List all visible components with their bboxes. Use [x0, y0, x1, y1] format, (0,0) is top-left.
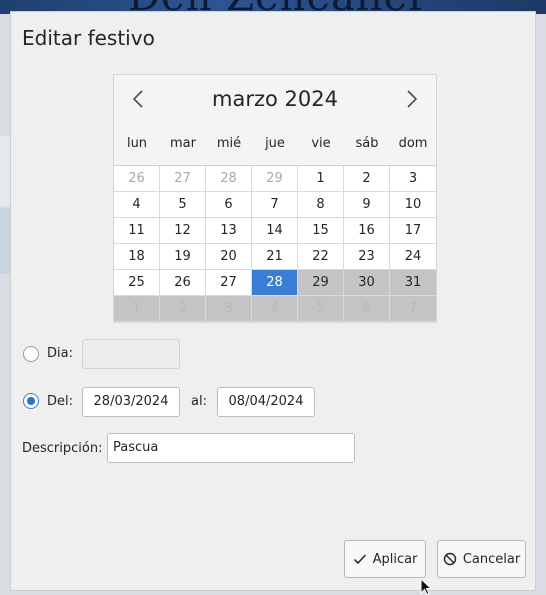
calendar-day[interactable]: 17 — [390, 218, 436, 244]
del-label: Del: — [47, 394, 73, 409]
del-date-field[interactable]: 28/03/2024 — [82, 387, 180, 417]
calendar-day[interactable]: 15 — [298, 218, 344, 244]
cancel-button-label: Cancelar — [462, 551, 521, 567]
calendar-day[interactable]: 16 — [344, 218, 390, 244]
calendar-day-selected[interactable]: 28 — [252, 270, 298, 296]
chevron-right-icon[interactable] — [400, 88, 422, 110]
description-label: Descripción: — [22, 441, 103, 456]
background-row — [0, 136, 10, 206]
dialog-title: Editar festivo — [22, 26, 155, 50]
calendar-day[interactable]: 30 — [344, 270, 390, 296]
apply-button-label: Aplicar — [372, 551, 418, 567]
calendar-day[interactable]: 14 — [252, 218, 298, 244]
calendar-day[interactable]: 10 — [390, 192, 436, 218]
calendar-day[interactable]: 5 — [160, 192, 206, 218]
calendar-header: marzo 2024 — [114, 75, 436, 124]
calendar-day-grid: 26 27 28 29 1 2 3 4 5 6 7 8 9 10 11 12 13 14 15 16 17 18 19 20 2… — [114, 166, 436, 322]
calendar-day[interactable]: 9 — [344, 192, 390, 218]
calendar-day[interactable]: 22 — [298, 244, 344, 270]
calendar-day[interactable]: 20 — [206, 244, 252, 270]
calendar-day[interactable]: 26 — [160, 270, 206, 296]
calendar-day[interactable]: 3 — [206, 296, 252, 322]
al-date-field[interactable]: 08/04/2024 — [217, 387, 315, 417]
mouse-cursor-icon — [420, 578, 432, 595]
calendar-day[interactable]: 7 — [390, 296, 436, 322]
weekday-label: lun — [126, 136, 148, 151]
calendar-day[interactable]: 27 — [160, 166, 206, 192]
calendar-day[interactable]: 4 — [252, 296, 298, 322]
del-radio[interactable] — [23, 393, 39, 409]
calendar-widget: marzo 2024 lun mar mié jue vie sáb dom 2… — [113, 74, 437, 323]
check-icon — [353, 554, 366, 565]
calendar-day[interactable]: 4 — [114, 192, 160, 218]
dia-date-field[interactable] — [82, 339, 180, 369]
calendar-day[interactable]: 28 — [206, 166, 252, 192]
background-row-selected — [0, 208, 10, 274]
calendar-day[interactable]: 18 — [114, 244, 160, 270]
calendar-day[interactable]: 31 — [390, 270, 436, 296]
calendar-day[interactable]: 24 — [390, 244, 436, 270]
calendar-day[interactable]: 1 — [298, 166, 344, 192]
calendar-day[interactable]: 11 — [114, 218, 160, 244]
calendar-day[interactable]: 6 — [344, 296, 390, 322]
calendar-day[interactable]: 29 — [298, 270, 344, 296]
weekday-label: jue — [265, 136, 285, 151]
dia-label: Dia: — [47, 346, 73, 361]
al-label: al: — [191, 394, 207, 409]
weekday-label: dom — [398, 136, 428, 151]
calendar-weekday-row: lun mar mié jue vie sáb dom — [114, 123, 436, 166]
calendar-day[interactable]: 5 — [298, 296, 344, 322]
calendar-day[interactable]: 13 — [206, 218, 252, 244]
calendar-day[interactable]: 19 — [160, 244, 206, 270]
cancel-icon — [443, 552, 457, 566]
calendar-month-label[interactable]: marzo 2024 — [114, 87, 436, 111]
weekday-label: vie — [311, 136, 331, 151]
calendar-day[interactable]: 2 — [344, 166, 390, 192]
calendar-day[interactable]: 26 — [114, 166, 160, 192]
dia-radio[interactable] — [23, 346, 39, 362]
calendar-day[interactable]: 6 — [206, 192, 252, 218]
calendar-day[interactable]: 23 — [344, 244, 390, 270]
calendar-day[interactable]: 8 — [298, 192, 344, 218]
calendar-day[interactable]: 2 — [160, 296, 206, 322]
calendar-day[interactable]: 27 — [206, 270, 252, 296]
weekday-label: mié — [216, 136, 242, 151]
description-input[interactable]: Pascua — [107, 433, 355, 463]
weekday-label: mar — [170, 136, 196, 151]
cancel-button[interactable]: Cancelar — [437, 540, 526, 578]
calendar-day[interactable]: 12 — [160, 218, 206, 244]
calendar-day[interactable]: 7 — [252, 192, 298, 218]
weekday-label: sáb — [355, 136, 379, 151]
calendar-day[interactable]: 25 — [114, 270, 160, 296]
edit-holiday-dialog: Editar festivo marzo 2024 lun mar mié ju… — [10, 11, 536, 591]
calendar-day[interactable]: 29 — [252, 166, 298, 192]
calendar-day[interactable]: 21 — [252, 244, 298, 270]
calendar-day[interactable]: 3 — [390, 166, 436, 192]
apply-button[interactable]: Aplicar — [344, 540, 426, 578]
calendar-day[interactable]: 1 — [114, 296, 160, 322]
